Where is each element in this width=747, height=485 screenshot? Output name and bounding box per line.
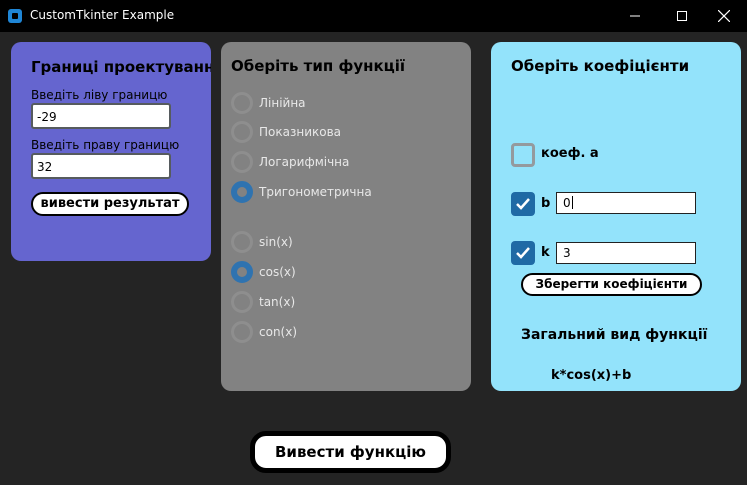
close-icon <box>718 10 730 22</box>
radio-label: Лінійна <box>259 96 306 110</box>
radio-label: con(x) <box>259 325 298 339</box>
minimize-icon <box>630 15 640 17</box>
function-formula: k*cos(x)+b <box>551 368 632 383</box>
radio-button-icon[interactable] <box>231 92 253 114</box>
maximize-button[interactable] <box>659 0 705 32</box>
window-title: CustomTkinter Example <box>30 8 175 22</box>
radio-con[interactable]: con(x) <box>231 321 297 343</box>
text-cursor <box>571 196 573 209</box>
general-form-title: Загальний вид функції <box>521 327 708 343</box>
coef-b-input[interactable]: 0 <box>556 192 696 214</box>
show-function-button[interactable]: Вивести функцію <box>250 431 451 473</box>
radio-sin[interactable]: sin(x) <box>231 231 293 253</box>
radio-button-icon[interactable] <box>231 231 253 253</box>
show-result-button[interactable]: вивести результат <box>31 192 189 216</box>
right-bound-label: Введіть праву границю <box>31 138 180 152</box>
coef-a-checkbox[interactable] <box>511 143 535 167</box>
minimize-button[interactable] <box>612 0 658 32</box>
title-bar: CustomTkinter Example <box>0 0 747 32</box>
right-bound-input[interactable]: 32 <box>31 153 171 179</box>
radio-logarithmic[interactable]: Логарифмічна <box>231 151 349 173</box>
checkmark-icon <box>516 198 530 210</box>
checkmark-icon <box>516 247 530 259</box>
radio-label: cos(x) <box>259 265 296 279</box>
bounds-panel: Границі проектування Введіть ліву границ… <box>11 42 211 261</box>
bounds-title: Границі проектування <box>31 58 211 76</box>
coef-b-value: 0 <box>563 196 571 210</box>
function-type-title: Оберіть тип функції <box>231 57 406 75</box>
radio-button-icon[interactable] <box>231 321 253 343</box>
save-coefficients-button[interactable]: Зберегти коефіцієнти <box>521 273 702 296</box>
coef-k-checkbox[interactable] <box>511 241 535 265</box>
radio-label: sin(x) <box>259 235 293 249</box>
radio-linear[interactable]: Лінійна <box>231 92 306 114</box>
radio-exponential[interactable]: Показникова <box>231 121 341 143</box>
radio-button-selected-icon[interactable] <box>231 261 253 283</box>
coef-b-checkbox[interactable] <box>511 192 535 216</box>
radio-label: tan(x) <box>259 295 296 309</box>
coef-b-label: b <box>541 196 551 211</box>
app-icon <box>8 9 22 23</box>
radio-cos[interactable]: cos(x) <box>231 261 296 283</box>
radio-label: Показникова <box>259 125 342 139</box>
radio-button-icon[interactable] <box>231 121 253 143</box>
maximize-icon <box>677 11 687 21</box>
coefficients-title: Оберіть коефіцієнти <box>511 57 690 75</box>
close-button[interactable] <box>701 0 747 32</box>
radio-button-selected-icon[interactable] <box>231 181 253 203</box>
radio-label: Тригонометрична <box>259 185 372 199</box>
left-bound-input[interactable]: -29 <box>31 103 171 129</box>
coefficients-panel: Оберіть коефіцієнти коеф. а b 0 k 3 Збер… <box>491 42 741 391</box>
function-type-panel: Оберіть тип функції Лінійна Показникова … <box>221 42 471 391</box>
radio-tan[interactable]: tan(x) <box>231 291 295 313</box>
coef-k-label: k <box>541 245 550 260</box>
coef-k-input[interactable]: 3 <box>556 242 696 264</box>
radio-label: Логарифмічна <box>259 155 350 169</box>
radio-trigonometric[interactable]: Тригонометрична <box>231 181 372 203</box>
radio-button-icon[interactable] <box>231 291 253 313</box>
left-bound-label: Введіть ліву границю <box>31 88 168 102</box>
radio-button-icon[interactable] <box>231 151 253 173</box>
coef-a-label: коеф. а <box>541 146 599 161</box>
